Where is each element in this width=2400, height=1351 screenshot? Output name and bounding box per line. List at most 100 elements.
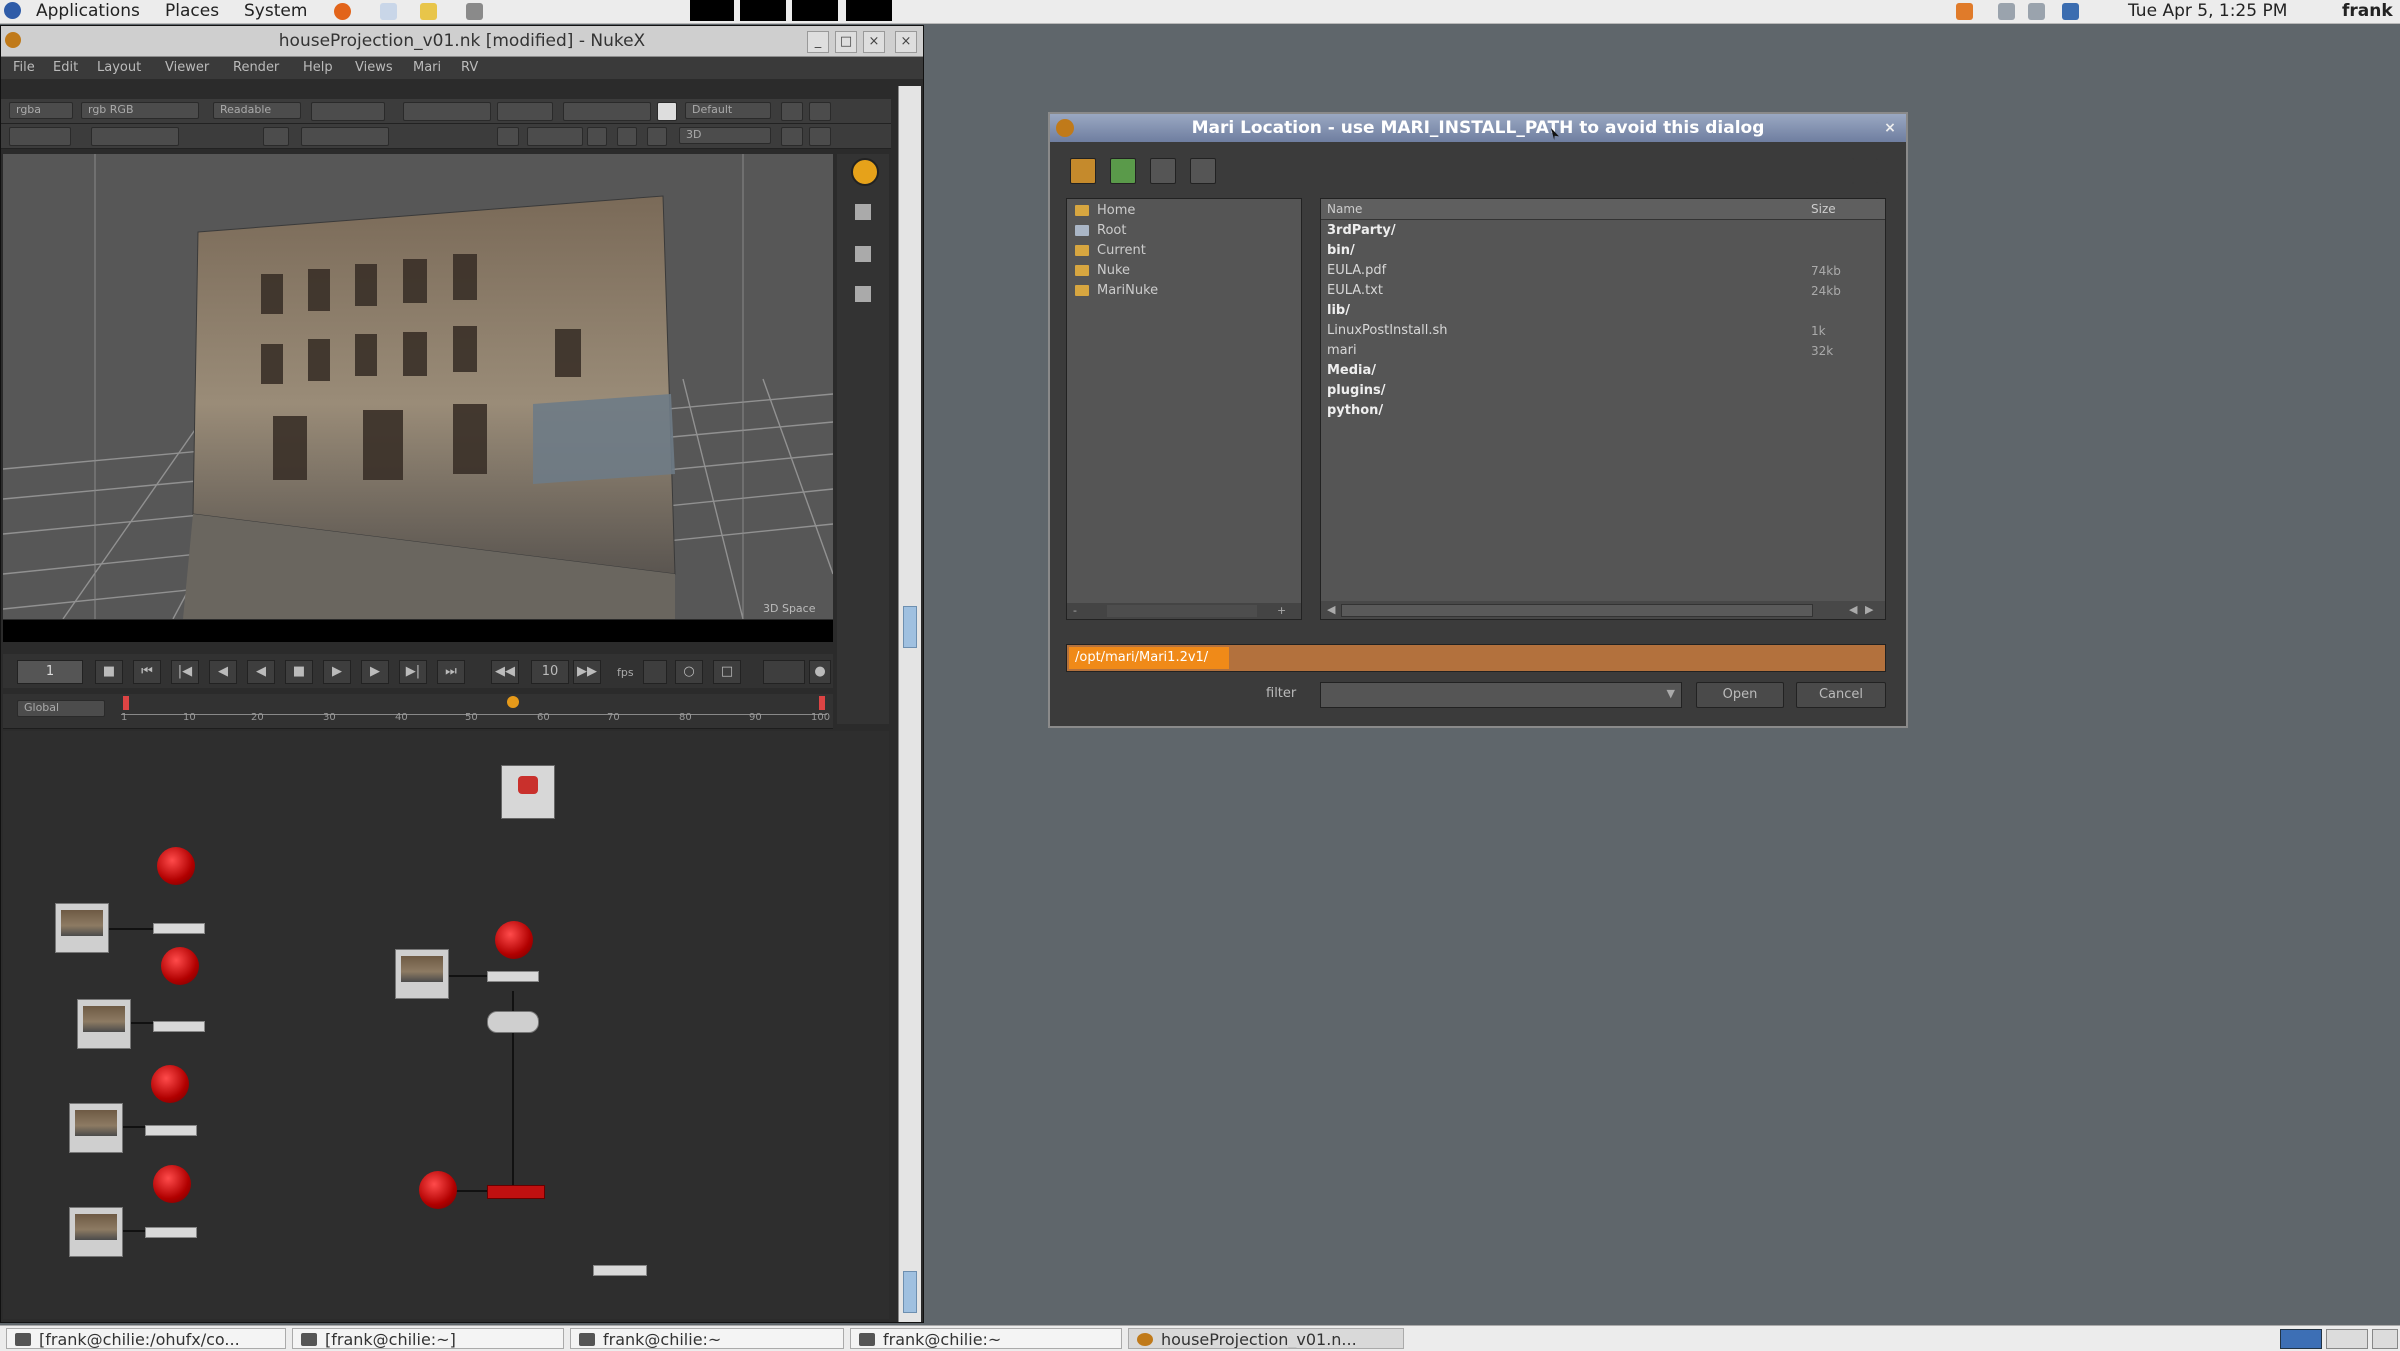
view-options-icon[interactable] — [1852, 158, 1878, 184]
firefox-icon[interactable] — [334, 3, 351, 20]
gnome-foot-icon[interactable] — [4, 2, 21, 19]
play-forward-icon[interactable]: ▶ — [323, 660, 351, 684]
forward-icon[interactable] — [1150, 158, 1176, 184]
close-pane-icon[interactable]: × — [895, 31, 917, 53]
fit-icon[interactable] — [781, 102, 803, 121]
file-row[interactable]: lib/ — [1327, 303, 1350, 318]
workspace-3[interactable] — [792, 0, 838, 21]
menu-views[interactable]: Views — [355, 60, 393, 75]
clock[interactable]: Tue Apr 5, 1:25 PM — [2128, 1, 2287, 21]
update-icon[interactable] — [1956, 3, 1973, 20]
prev-key-icon[interactable]: |◀ — [171, 660, 199, 684]
read-node[interactable] — [55, 903, 109, 953]
workspace-switcher-2[interactable] — [2326, 1329, 2368, 1349]
clip-icon[interactable] — [497, 127, 519, 146]
up-folder-icon[interactable] — [1070, 158, 1096, 184]
global-range-dropdown[interactable]: Global — [17, 700, 105, 717]
viewer-lock-icon[interactable] — [851, 158, 879, 186]
place-root[interactable]: Root — [1075, 223, 1126, 238]
place-marinuke[interactable]: MariNuke — [1075, 283, 1158, 298]
frame-ruler[interactable]: Global 1 10 20 30 40 50 60 70 80 90 100 — [3, 694, 833, 729]
next-frame-icon[interactable]: ▶ — [361, 660, 389, 684]
hscroll-thumb[interactable] — [1341, 604, 1813, 617]
close-icon[interactable]: × — [863, 31, 885, 53]
paint-icon[interactable] — [617, 127, 637, 146]
taskbar-item-terminal-1[interactable]: [frank@chilie:/ohufx/co... — [6, 1328, 286, 1349]
file-row[interactable]: bin/ — [1327, 243, 1355, 258]
add-place-icon[interactable]: + — [1277, 604, 1286, 617]
playback-options-icon[interactable]: ● — [809, 660, 831, 684]
system-menu[interactable]: System — [244, 1, 307, 21]
merge-node[interactable] — [487, 971, 539, 982]
range-field[interactable] — [763, 660, 805, 684]
loop-icon[interactable]: ○ — [675, 660, 703, 684]
volume-icon[interactable] — [2028, 3, 2045, 20]
scrollbar-thumb-lower[interactable] — [903, 1271, 917, 1313]
place-home[interactable]: Home — [1075, 203, 1135, 218]
pin-icon[interactable] — [809, 102, 831, 121]
menu-help[interactable]: Help — [303, 60, 333, 75]
file-row[interactable]: LinuxPostInstall.sh — [1327, 323, 1448, 338]
open-button[interactable]: Open — [1696, 682, 1784, 708]
maximize-icon[interactable]: □ — [835, 31, 857, 53]
file-row[interactable]: Media/ — [1327, 363, 1376, 378]
dialog-close-icon[interactable]: × — [1880, 118, 1900, 138]
prev-frame-icon[interactable]: ◀ — [209, 660, 237, 684]
back-icon[interactable] — [1110, 158, 1136, 184]
read-node[interactable] — [77, 999, 131, 1049]
proxy-dropdown[interactable] — [527, 127, 583, 146]
file-row[interactable]: python/ — [1327, 403, 1383, 418]
menu-render[interactable]: Render — [233, 60, 279, 75]
gamma-slider[interactable] — [301, 127, 389, 146]
column-size[interactable]: Size — [1811, 202, 1836, 216]
grid-icon[interactable] — [809, 127, 831, 146]
scroll-right-icon[interactable]: ▶ — [1865, 603, 1873, 616]
taskbar-item-terminal-2[interactable]: [frank@chilie:~] — [292, 1328, 564, 1349]
project3d-node[interactable] — [151, 1065, 189, 1103]
render-node[interactable] — [593, 1265, 647, 1276]
new-folder-icon[interactable] — [1190, 158, 1216, 184]
terminal-launcher-icon[interactable] — [466, 3, 483, 20]
next-key-icon[interactable]: ▶| — [399, 660, 427, 684]
place-nuke[interactable]: Nuke — [1075, 263, 1130, 278]
dialog-titlebar[interactable]: Mari Location - use MARI_INSTALL_PATH to… — [1050, 114, 1906, 142]
places-menu[interactable]: Places — [165, 1, 219, 21]
read-node[interactable] — [69, 1103, 123, 1153]
text-editor-icon[interactable] — [420, 3, 437, 20]
menu-edit[interactable]: Edit — [53, 60, 78, 75]
stop-icon[interactable]: ■ — [285, 660, 313, 684]
scroll-left-icon[interactable]: ◀ — [1327, 603, 1335, 616]
merge-node[interactable] — [145, 1227, 197, 1238]
scrollbar-thumb[interactable] — [903, 606, 917, 648]
pause-icon[interactable] — [647, 127, 667, 146]
scroll-left-2-icon[interactable]: ◀ — [1849, 603, 1857, 616]
merge-node[interactable] — [153, 923, 205, 934]
merge-node[interactable] — [145, 1125, 197, 1136]
viewer-camera-icon[interactable] — [855, 204, 871, 220]
merge-node[interactable] — [153, 1021, 205, 1032]
layer-dropdown[interactable]: rgb RGB — [81, 102, 199, 119]
minimize-icon[interactable]: _ — [807, 31, 829, 53]
workspace-switcher-active[interactable] — [2280, 1329, 2322, 1349]
viewer-light-icon[interactable] — [855, 246, 871, 262]
network-icon[interactable] — [1998, 3, 2015, 20]
project3d-node[interactable] — [153, 1165, 191, 1203]
input-a-dropdown[interactable] — [311, 102, 385, 121]
workspace-1[interactable] — [690, 0, 734, 21]
display-icon[interactable] — [2062, 3, 2079, 20]
bounce-icon[interactable]: □ — [713, 660, 741, 684]
path-field[interactable]: /opt/mari/Mari1.2v1/ — [1066, 644, 1886, 672]
record-icon[interactable]: ■ — [95, 660, 123, 684]
roi-icon[interactable] — [587, 127, 607, 146]
fps-field[interactable] — [643, 660, 667, 684]
project3d-node[interactable] — [419, 1171, 457, 1209]
gain-field[interactable] — [9, 127, 71, 146]
scene-node[interactable] — [487, 1185, 545, 1199]
workspace-4[interactable] — [846, 0, 892, 21]
menu-viewer[interactable]: Viewer — [165, 60, 209, 75]
first-frame-icon[interactable]: ⏮ — [133, 660, 161, 684]
project3d-node[interactable] — [157, 847, 195, 885]
read-node[interactable] — [69, 1207, 123, 1257]
menu-rv[interactable]: RV — [461, 60, 478, 75]
viewer-mode-dropdown[interactable] — [563, 102, 651, 121]
